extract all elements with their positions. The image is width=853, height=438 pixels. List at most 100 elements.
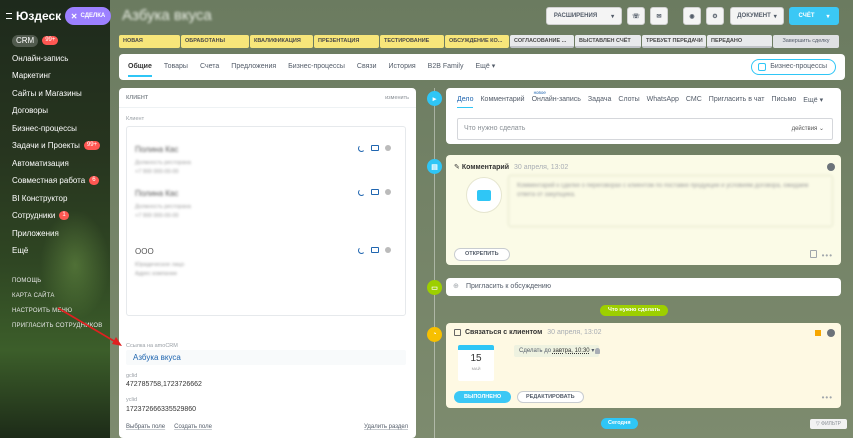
tab-deal-task[interactable]: Дело [457,96,474,108]
responsible-avatar[interactable] [827,329,835,337]
stage-item[interactable]: ТЕСТИРОВАНИЕ [380,35,444,48]
tab-more[interactable]: Ещё ▾ [475,54,495,80]
skype-icon[interactable] [385,145,391,151]
tab-offers[interactable]: Предложения [231,54,276,80]
client-label: Клиент [126,116,145,122]
document-button[interactable]: ДОКУМЕНТ ▾ [730,7,784,25]
sidebar-item-collab[interactable]: Совместная работа 6 [0,172,110,190]
mail-icon[interactable] [371,145,379,151]
sidebar-item-employees[interactable]: Сотрудники 1 [0,207,110,225]
sidebar-item-apps[interactable]: Приложения [0,225,110,243]
tab-general[interactable]: Общие [128,54,152,80]
sidebar-item-contracts[interactable]: Договоры [0,102,110,120]
tab-invoices[interactable]: Счета [200,54,219,80]
tab-invite-chat[interactable]: Пригласить в чат [709,96,765,104]
stage-item[interactable]: ВЫСТАВЛЕН СЧЁТ [575,35,641,48]
sidebar-item-more[interactable]: Ещё [0,242,110,260]
chevron-down-icon: ⌄ [818,126,824,132]
filter-button[interactable]: ▽ ФИЛЬТР [809,419,847,429]
tab-products[interactable]: Товары [164,54,188,80]
stage-item[interactable]: ОБРАБОТАНЫ [181,35,249,48]
phone-icon[interactable] [358,145,365,152]
tab-booking[interactable]: новое Онлайн-запись [532,90,581,104]
tab-links[interactable]: Связи [357,54,377,80]
delete-section-link[interactable]: Удалить раздел [364,424,408,430]
more-icon[interactable]: ••• [822,393,833,402]
phone-icon[interactable] [358,189,365,196]
bell-icon[interactable] [595,348,600,354]
task-checkbox[interactable] [454,329,461,336]
phone-icon[interactable] [358,247,365,254]
select-field-link[interactable]: Выбрать поле [126,424,165,430]
field-label: yclid [126,397,138,403]
edit-button[interactable]: РЕДАКТИРОВАТЬ [517,391,584,403]
stage-item[interactable]: ТРЕБУЕТ ПЕРЕДАЧИ [642,35,706,48]
tab-slots[interactable]: Слоты [618,96,639,104]
sidebar-item-automation[interactable]: Автоматизация [0,155,110,173]
invite-employees-link[interactable]: ПРИГЛАСИТЬ СОТРУДНИКОВ [0,319,110,334]
done-button[interactable]: ВЫПОЛНЕНО [454,391,512,403]
contact-entry[interactable]: Полина Кас Должность ресторана +7 900 00… [135,145,275,175]
todo-input[interactable]: Что нужно сделать действия ⌄ [457,118,833,140]
invoice-button[interactable]: СЧЁТ ▾ [789,7,839,25]
invite-discussion-button[interactable]: ⊕ Пригласить к обсуждению [446,278,841,296]
stage-item[interactable]: ОБСУЖДЕНИЕ КО... [445,35,509,48]
amocrm-link[interactable]: Азбука вкуса [126,350,406,365]
stage-item[interactable]: ПРЕЗЕНТАЦИЯ [314,35,379,48]
new-deal-button[interactable]: ✕ СДЕЛКА [65,7,111,25]
extensions-button[interactable]: РАСШИРЕНИЯ ▾ [546,7,622,25]
more-icon[interactable]: ••• [822,251,833,260]
tab-comment[interactable]: Комментарий [480,96,524,104]
stage-item[interactable]: НОВАЯ [119,35,180,48]
tab-whatsapp[interactable]: WhatsApp [647,96,679,104]
sidebar-item-bizproc[interactable]: Бизнес-процессы [0,120,110,138]
stage-item[interactable]: ПЕРЕДАНО [707,35,772,48]
chevron-down-icon: ▾ [826,13,830,20]
page-title[interactable]: Азбука вкуса [122,7,212,24]
deadline-selector[interactable]: Сделать до завтра, 10:30 ▾ [514,345,600,357]
yclid-value: 172372666335529860 [126,406,197,413]
stage-item[interactable]: КВАЛИФИКАЦИЯ [250,35,313,48]
sidebar-item-crm[interactable]: CRM 99+ [0,32,110,50]
sidebar-item-tasks[interactable]: Задачи и Проекты 99+ [0,137,110,155]
mail-icon[interactable]: ✉ [650,7,668,25]
gear-icon[interactable]: ⚙ [706,7,724,25]
priority-icon[interactable] [815,330,821,336]
edit-link[interactable]: изменить [385,95,409,101]
skype-icon[interactable]: ◉ [683,7,701,25]
bizproc-button[interactable]: Бизнес-процессы [751,59,836,75]
tab-b2b[interactable]: B2B Family [428,54,464,80]
sitemap-link[interactable]: КАРТА САЙТА [0,289,110,304]
sidebar-item-sites[interactable]: Сайты и Магазины [0,85,110,103]
tab-bizproc[interactable]: Бизнес-процессы [288,54,345,80]
unpin-button[interactable]: ОТКРЕПИТЬ [454,248,510,261]
skype-icon[interactable] [385,189,391,195]
mail-icon[interactable] [371,247,379,253]
logo[interactable]: Юздеск [16,9,61,23]
tab-email[interactable]: Письмо [771,96,796,104]
configure-menu-link[interactable]: НАСТРОИТЬ МЕНЮ [0,304,110,319]
tab-sms[interactable]: СМС [686,96,702,104]
menu-icon[interactable] [6,13,12,19]
skype-icon[interactable] [385,247,391,253]
stage-item[interactable]: СОГЛАСОВАНИЕ ... [510,35,574,48]
author-avatar[interactable] [827,163,835,171]
tab-history[interactable]: История [389,54,416,80]
company-entry[interactable]: ООО Юридическое лицо Адрес компании [135,247,275,277]
chevron-down-icon: ▾ [773,13,777,20]
mail-icon[interactable] [371,189,379,195]
actions-dropdown[interactable]: действия ⌄ [792,119,824,139]
tab-task[interactable]: Задача [588,96,612,104]
sidebar-item-booking[interactable]: Онлайн-запись [0,50,110,68]
edit-icon[interactable] [810,250,817,258]
finish-deal-button[interactable]: Завершить сделку [773,35,839,48]
sidebar-item-marketing[interactable]: Маркетинг [0,67,110,85]
help-link[interactable]: ПОМОЩЬ [0,274,110,289]
tab-more[interactable]: Ещё ▾ [803,96,823,104]
sidebar-item-bi[interactable]: BI Конструктор [0,190,110,208]
activity-tabs: Дело Комментарий новое Онлайн-запись Зада… [446,88,841,108]
phone-icon[interactable]: ☏ [627,7,645,25]
deal-page: ✕ СДЕЛКА Азбука вкуса РАСШИРЕНИЯ ▾ ☏ ✉ ◉ ⚙… [65,0,853,438]
create-field-link[interactable]: Создать поле [174,424,212,430]
contact-entry[interactable]: Полина Кас Должность ресторана +7 900 00… [135,189,275,219]
